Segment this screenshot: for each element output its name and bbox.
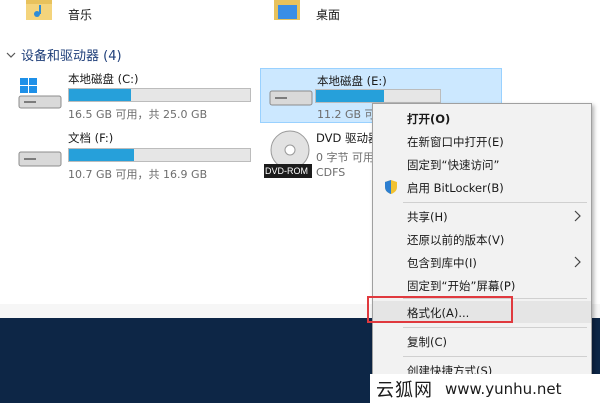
menu-item-restore-versions[interactable]: 还原以前的版本(V)	[373, 228, 591, 250]
drive-usage-fill	[316, 90, 385, 102]
format-highlight-box	[367, 296, 513, 323]
drive-usage-fill	[69, 149, 135, 161]
drive-free-space: 10.7 GB 可用，共 16.9 GB	[68, 168, 208, 181]
context-menu: 打开(O) 在新窗口中打开(E) 固定到“快速访问” 启用 BitLocker(…	[372, 103, 592, 403]
section-devices-header[interactable]: 设备和驱动器 (4)	[6, 45, 122, 64]
drive-usage-bar	[68, 88, 251, 102]
menu-separator	[403, 356, 587, 357]
hard-drive-icon	[18, 151, 62, 167]
menu-item-share[interactable]: 共享(H)	[373, 205, 591, 227]
desktop-folder-icon	[274, 0, 300, 20]
drive-name: DVD 驱动器	[316, 131, 380, 145]
chevron-right-icon	[574, 256, 581, 268]
menu-item-open-new-window[interactable]: 在新窗口中打开(E)	[373, 130, 591, 152]
drive-dvd[interactable]: DVD-ROM DVD 驱动器 0 字节 可用 CDFS	[262, 128, 380, 183]
site-watermark: 云狐网 www.yunhu.net	[370, 374, 600, 403]
drive-c[interactable]: 本地磁盘 (C:) 16.5 GB 可用，共 25.0 GB	[10, 66, 255, 121]
music-folder-icon	[26, 0, 52, 20]
drive-usage-bar	[68, 148, 251, 162]
menu-item-include-library[interactable]: 包含到库中(I)	[373, 251, 591, 273]
watermark-url: www.yunhu.net	[445, 379, 562, 398]
menu-item-pin-quick-access[interactable]: 固定到“快速访问”	[373, 153, 591, 175]
folder-label: 桌面	[316, 8, 341, 22]
drive-name: 本地磁盘 (E:)	[317, 74, 387, 88]
drive-free-space: 16.5 GB 可用，共 25.0 GB	[68, 108, 208, 121]
chevron-right-icon	[574, 210, 581, 222]
menu-item-copy[interactable]: 复制(C)	[373, 330, 591, 352]
drive-name: 文档 (F:)	[68, 131, 114, 145]
drive-name: 本地磁盘 (C:)	[68, 72, 139, 86]
drive-usage-bar	[315, 89, 441, 103]
chevron-down-icon	[6, 52, 16, 58]
folder-music[interactable]: 音乐	[20, 0, 140, 30]
menu-separator	[403, 327, 587, 328]
drive-free-space: 0 字节 可用	[316, 151, 374, 164]
drive-filesystem: CDFS	[316, 166, 346, 179]
folder-desktop[interactable]: 桌面	[268, 0, 388, 30]
menu-item-open[interactable]: 打开(O)	[373, 107, 591, 129]
menu-separator	[403, 202, 587, 203]
folder-label: 音乐	[68, 8, 93, 22]
menu-item-pin-start[interactable]: 固定到“开始”屏幕(P)	[373, 274, 591, 296]
menu-item-bitlocker[interactable]: 启用 BitLocker(B)	[373, 176, 591, 198]
windows-drive-icon	[18, 78, 62, 109]
section-title: 设备和驱动器 (4)	[21, 49, 122, 64]
drive-f[interactable]: 文档 (F:) 10.7 GB 可用，共 16.9 GB	[10, 128, 255, 183]
watermark-cn: 云狐网	[376, 379, 433, 401]
shield-icon	[385, 180, 397, 194]
dvd-rom-label: DVD-ROM	[265, 166, 308, 176]
drive-usage-fill	[69, 89, 131, 101]
hard-drive-icon	[269, 90, 313, 106]
